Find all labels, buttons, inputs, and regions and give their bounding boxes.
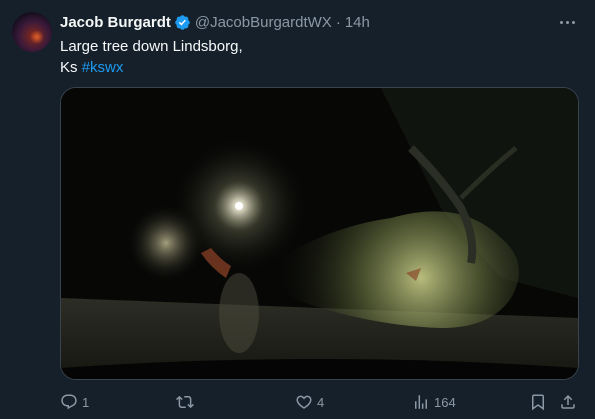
views-count: 164 <box>434 394 456 410</box>
share-button[interactable] <box>559 392 577 412</box>
heart-icon <box>296 395 312 409</box>
bookmark-icon <box>532 394 544 411</box>
tweet-text: Large tree down Lindsborg, Ks #kswx <box>60 36 540 78</box>
more-icon[interactable] <box>557 14 577 30</box>
like-button[interactable]: 4 <box>295 392 324 412</box>
timestamp[interactable]: 14h <box>345 14 370 31</box>
views-button[interactable]: 164 <box>412 392 456 412</box>
avatar[interactable] <box>12 12 52 52</box>
tweet-text-prefix: Ks <box>60 59 82 76</box>
views-icon <box>415 395 427 409</box>
tweet-header: Jacob Burgardt @JacobBurgardtWX · 14h <box>60 12 370 32</box>
tweet[interactable]: Jacob Burgardt @JacobBurgardtWX · 14h La… <box>0 0 595 419</box>
storm-photo-image <box>61 88 578 379</box>
verified-badge-icon[interactable] <box>174 14 191 31</box>
author-handle[interactable]: @JacobBurgardtWX <box>195 14 332 31</box>
tweet-photo[interactable] <box>60 87 579 380</box>
author-name[interactable]: Jacob Burgardt <box>60 14 171 31</box>
tweet-text-line-2: Ks #kswx <box>60 57 540 78</box>
bookmark-button[interactable] <box>529 392 547 412</box>
reply-button[interactable]: 1 <box>60 392 89 412</box>
tweet-actions: 1 4 164 <box>60 392 585 412</box>
hashtag-link[interactable]: #kswx <box>82 59 124 76</box>
tweet-text-line-1: Large tree down Lindsborg, <box>60 38 243 55</box>
like-count: 4 <box>317 394 325 410</box>
reply-count: 1 <box>82 394 90 410</box>
reply-icon <box>61 394 77 410</box>
retweet-icon <box>176 395 194 409</box>
share-icon <box>561 394 575 409</box>
separator-dot: · <box>335 13 341 31</box>
retweet-button[interactable] <box>176 392 198 412</box>
